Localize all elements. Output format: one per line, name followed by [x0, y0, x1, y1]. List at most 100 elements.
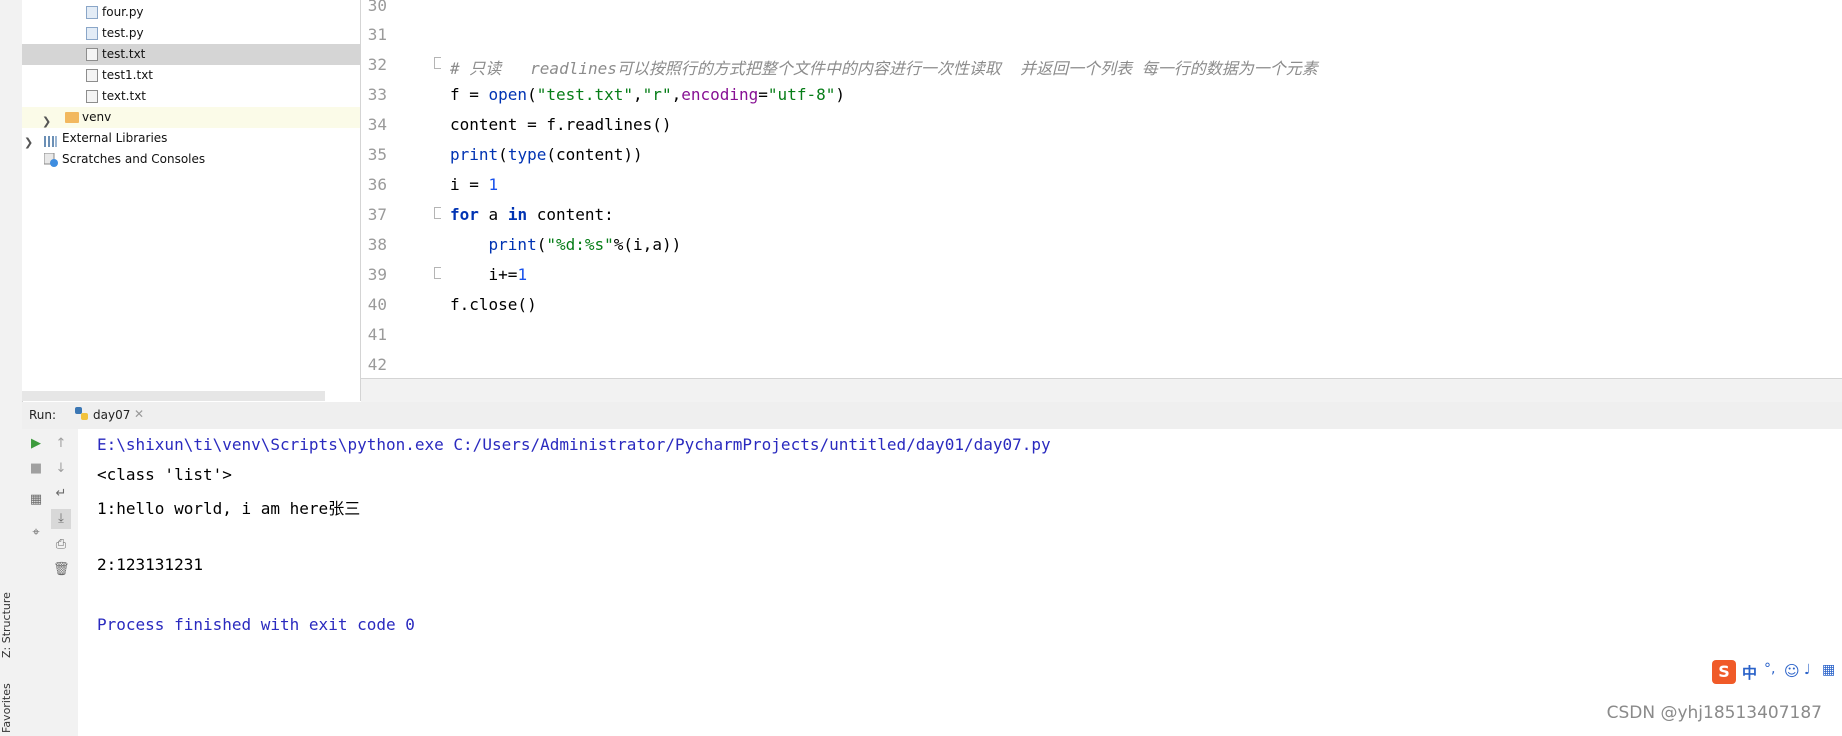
tree-item-test-txt[interactable]: test.txt [22, 44, 360, 65]
favorites-tool-tab[interactable]: Favorites [0, 680, 22, 736]
arrow-down-icon[interactable]: ↓ [53, 461, 69, 477]
code-token: 1 [488, 175, 499, 194]
folder-icon [65, 112, 79, 123]
tree-item-scratches[interactable]: Scratches and Consoles [22, 149, 360, 170]
project-tree: four.py test.py test.txt test1.txt text.… [22, 0, 361, 401]
line-number: 35 [367, 145, 387, 164]
line-number: 41 [367, 325, 387, 344]
line-number: 34 [367, 115, 387, 134]
run-tab-label[interactable]: day07 [93, 408, 130, 422]
code-token: print [488, 235, 537, 254]
tree-item-label: four.py [102, 5, 144, 19]
code-token: (content)) [546, 145, 643, 164]
trash-icon[interactable]: 🗑 [53, 562, 70, 578]
layout-icon[interactable]: ▦ [28, 492, 44, 508]
text-file-icon [86, 69, 98, 82]
run-toolbar: ▶ ■ ▦ ⌖ ↑ ↓ ↵ ⤓ ⎙ 🗑 [22, 429, 79, 736]
ime-punct-label[interactable]: °, [1764, 661, 1775, 677]
code-token: %(i,a)) [613, 235, 682, 254]
code-line-35: print(type(content)) [450, 145, 643, 164]
tree-item-label: test.txt [102, 47, 146, 61]
code-token: ( [498, 145, 508, 164]
line-number: 37 [367, 205, 387, 224]
line-number: 33 [367, 85, 387, 104]
ime-mode-label[interactable]: 中 [1742, 662, 1757, 683]
code-token: i = [450, 175, 489, 194]
soft-wrap-icon[interactable]: ↵ [53, 486, 69, 502]
code-editor[interactable]: # 只读 readlines可以按照行的方式把整个文件中的内容进行一次性读取 并… [441, 0, 1842, 378]
tree-item-label: venv [82, 110, 112, 124]
console-line: E:\shixun\ti\venv\Scripts\python.exe C:/… [97, 435, 1051, 454]
console-line: <class 'list'> [97, 465, 232, 484]
code-token: , [671, 85, 682, 104]
line-number: 38 [367, 235, 387, 254]
code-line-40: f.close() [450, 295, 537, 314]
tree-horizontal-scrollbar[interactable] [22, 391, 325, 401]
scroll-to-end-icon[interactable]: ⤓ [51, 509, 71, 529]
code-token: f = [450, 85, 489, 104]
print-icon[interactable]: ⎙ [53, 537, 69, 553]
line-number: 42 [367, 355, 387, 374]
tree-item-test1-txt[interactable]: test1.txt [22, 65, 360, 86]
stop-icon[interactable]: ■ [28, 461, 44, 477]
keyboard-icon[interactable]: ▦ [1822, 662, 1835, 678]
line-number: 31 [367, 25, 387, 44]
run-panel-header: Run: day07 ✕ [22, 402, 1842, 430]
microphone-icon[interactable]: ♩ [1804, 662, 1811, 678]
code-token: print [450, 145, 499, 164]
code-token: 1 [517, 265, 528, 284]
code-token: encoding [681, 85, 759, 104]
tree-item-venv[interactable]: ❯ venv [22, 107, 360, 128]
editor-bottom-bar [361, 378, 1842, 403]
run-play-icon[interactable]: ▶ [28, 436, 44, 452]
code-token: for [450, 205, 479, 224]
code-token: in [507, 205, 528, 224]
python-file-icon [86, 6, 98, 19]
line-number-current: 36 [367, 175, 387, 194]
code-token: ) [835, 85, 845, 104]
console-line: 1:hello world, i am here张三 [97, 499, 361, 518]
tree-item-four-py[interactable]: four.py [22, 2, 360, 23]
pin-icon[interactable]: ⌖ [28, 525, 44, 541]
run-console[interactable]: E:\shixun\ti\venv\Scripts\python.exe C:/… [78, 429, 1842, 736]
python-icon [74, 406, 92, 424]
code-line-32: # 只读 readlines可以按照行的方式把整个文件中的内容进行一次性读取 并… [450, 59, 1318, 78]
code-token: , [633, 85, 643, 104]
code-token: type [507, 145, 547, 164]
arrow-up-icon[interactable]: ↑ [53, 436, 69, 452]
line-number: 39 [367, 265, 387, 284]
tree-item-text-txt[interactable]: text.txt [22, 86, 360, 107]
structure-tool-tab[interactable]: Z: Structure [0, 585, 22, 665]
text-file-icon [86, 90, 98, 103]
scratches-icon [43, 152, 58, 167]
code-token: ( [527, 85, 537, 104]
code-line-33: f = open("test.txt","r",encoding="utf-8"… [450, 85, 845, 104]
left-tool-strip: Z: Structure Favorites [0, 0, 23, 736]
tree-item-external-libraries[interactable]: ❯ External Libraries [22, 128, 360, 149]
code-line-36: i = 1 [450, 175, 498, 194]
run-label: Run: [29, 408, 57, 422]
libraries-icon [44, 133, 58, 147]
tree-item-label: text.txt [102, 89, 147, 103]
tree-item-test-py[interactable]: test.py [22, 23, 360, 44]
editor-gutter: 30 31 32 33 34 35 36 37 38 39 40 41 42 [361, 0, 442, 378]
code-token: "%d:%s" [546, 235, 614, 254]
code-line-34: content = f.readlines() [450, 115, 672, 134]
code-token: ( [536, 235, 547, 254]
line-number: 40 [367, 295, 387, 314]
csdn-watermark: CSDN @yhj18513407187 [1606, 703, 1822, 723]
emoji-icon[interactable]: ☺ [1784, 662, 1800, 680]
code-token: open [488, 85, 528, 104]
console-line: Process finished with exit code 0 [97, 615, 415, 634]
code-token: content: [527, 205, 614, 224]
sogou-logo-icon[interactable]: S [1712, 660, 1736, 684]
code-line-37: for a in content: [450, 205, 614, 224]
code-line-39: i+=1 [450, 265, 528, 284]
tree-item-label: Scratches and Consoles [62, 152, 206, 166]
close-icon[interactable]: ✕ [134, 407, 144, 421]
tree-item-label: test.py [102, 26, 144, 40]
code-token: i+= [450, 265, 518, 284]
code-token: = [758, 85, 768, 104]
tree-item-label: test1.txt [102, 68, 154, 82]
